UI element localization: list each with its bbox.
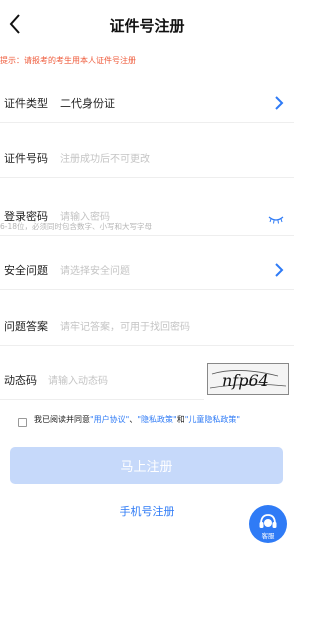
divider: [0, 399, 204, 400]
id-number-label: 证件号码: [4, 152, 48, 165]
captcha-text: nfp64: [222, 371, 269, 390]
agree-checkbox[interactable]: [18, 418, 27, 427]
divider: [0, 289, 294, 290]
chevron-right-icon[interactable]: [274, 262, 284, 277]
answer-row: 问题答案 请牢记答案，可用于找回密码: [0, 306, 294, 346]
divider: [0, 345, 294, 346]
agreement-text: 我已阅读并同意"用户协议"、"隐私政策"和"儿童隐私政策": [34, 415, 284, 425]
privacy-policy-link[interactable]: "隐私政策": [137, 415, 176, 424]
security-question-select[interactable]: 请选择安全问题: [60, 262, 130, 277]
id-type-row[interactable]: 证件类型 二代身份证: [0, 83, 294, 123]
customer-service-button[interactable]: 客服: [249, 505, 287, 543]
child-privacy-link[interactable]: "儿童隐私政策": [185, 415, 240, 424]
customer-service-label: 客服: [261, 532, 275, 540]
divider: [0, 122, 294, 123]
security-question-row[interactable]: 安全问题 请选择安全问题: [0, 250, 294, 290]
register-button[interactable]: 马上注册: [10, 447, 283, 484]
password-hint: 6-18位，必须同时包含数字、小写和大写字母: [0, 222, 153, 231]
dynamic-code-label: 动态码: [4, 374, 37, 387]
agreement-prefix: 我已阅读并同意: [34, 415, 90, 424]
id-number-row: 证件号码 注册成功后不可更改: [0, 138, 294, 178]
id-type-label: 证件类型: [4, 97, 48, 110]
dynamic-code-input[interactable]: 请输入动态码: [48, 372, 108, 387]
user-protocol-link[interactable]: "用户协议": [90, 415, 129, 424]
captcha-image[interactable]: nfp64: [207, 363, 289, 395]
divider: [0, 177, 294, 178]
divider: [0, 235, 294, 236]
security-question-label: 安全问题: [4, 264, 48, 277]
header: 证件号注册: [0, 0, 294, 50]
id-number-input[interactable]: 注册成功后不可更改: [60, 150, 150, 165]
answer-input[interactable]: 请牢记答案，可用于找回密码: [60, 318, 190, 333]
id-type-value[interactable]: 二代身份证: [60, 95, 115, 111]
chevron-right-icon[interactable]: [274, 95, 284, 110]
eye-closed-icon[interactable]: [268, 209, 284, 224]
tip-text: 提示：请报考的考生用本人证件号注册: [0, 56, 136, 65]
answer-label: 问题答案: [4, 320, 48, 333]
agreement-separator: 和: [176, 415, 185, 424]
page-title: 证件号注册: [109, 17, 185, 35]
